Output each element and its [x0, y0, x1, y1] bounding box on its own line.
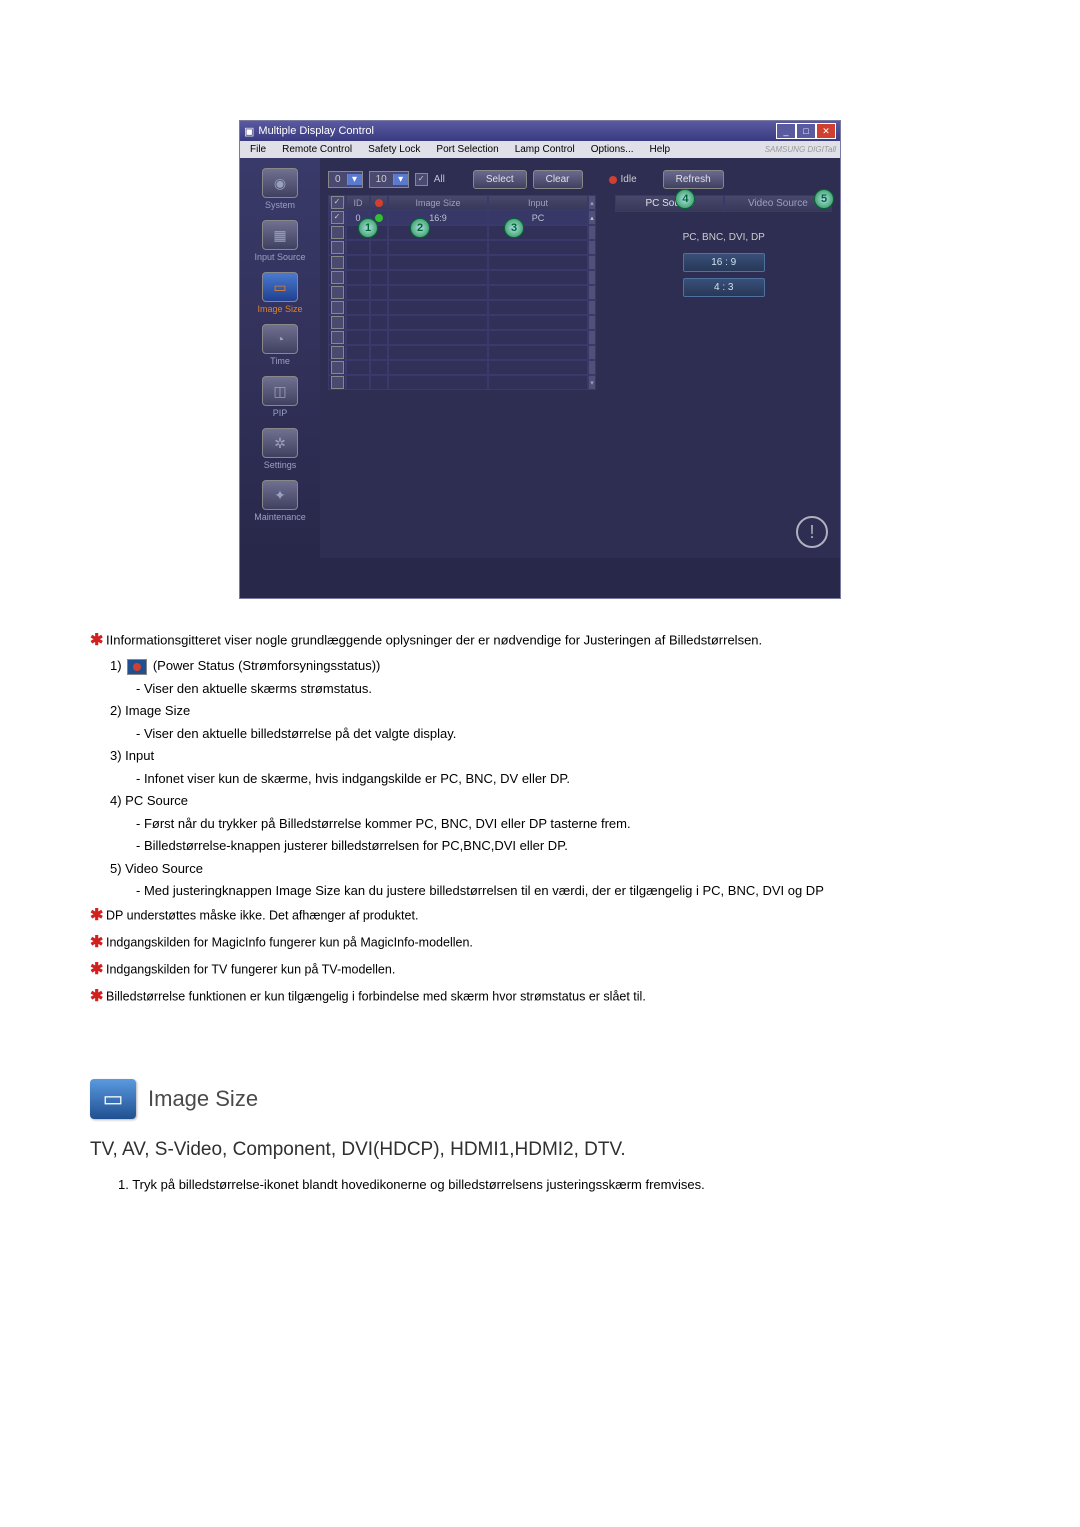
info-grid: ID Image Size Input ▴ 0 16:9 [328, 195, 609, 546]
refresh-button[interactable]: Refresh [663, 170, 724, 189]
table-row [328, 270, 609, 285]
sidebar-item-label: Time [270, 356, 290, 366]
callout-3: 3 [504, 218, 524, 238]
minimize-button[interactable]: _ [776, 123, 796, 139]
table-row [328, 315, 609, 330]
app-title: Multiple Display Control [258, 125, 374, 137]
table-row [328, 360, 609, 375]
sidebar-item-time[interactable]: ◔Time [250, 324, 310, 366]
maximize-button[interactable]: □ [796, 123, 816, 139]
item-2a: - Viser den aktuelle billedstørrelse på … [90, 724, 990, 744]
all-label: All [434, 174, 445, 185]
menu-options[interactable]: Options... [585, 143, 640, 156]
item-3a: - Infonet viser kun de skærme, hvis indg… [90, 769, 990, 789]
dropdown-1[interactable]: 0▾ [328, 171, 363, 188]
imagesize-icon: ▭ [90, 1079, 136, 1119]
sidebar-item-settings[interactable]: ✲Settings [250, 428, 310, 470]
callout-5: 5 [814, 189, 834, 209]
note-1: ✱DP understøttes måske ikke. Det afhænge… [90, 904, 990, 928]
item-5: 5) Video Source [90, 859, 990, 879]
sidebar-item-system[interactable]: ◉System [250, 168, 310, 210]
sidebar-item-label: Input Source [254, 252, 305, 262]
clear-button[interactable]: Clear [533, 170, 583, 189]
note-4: ✱Billedstørrelse funktionen er kun tilgæ… [90, 985, 990, 1009]
note-2: ✱Indgangskilden for MagicInfo fungerer k… [90, 931, 990, 955]
item-4: 4) PC Source [90, 791, 990, 811]
callout-1: 1 [358, 218, 378, 238]
sidebar-item-label: Maintenance [254, 512, 306, 522]
alert-icon: ! [796, 516, 828, 548]
col-id: ID [346, 195, 370, 210]
close-button[interactable]: ✕ [816, 123, 836, 139]
idle-indicator: Idle [609, 174, 637, 185]
all-checkbox[interactable] [415, 173, 428, 186]
col-power [370, 195, 388, 210]
sidebar-item-label: Settings [264, 460, 297, 470]
item-5a: - Med justeringknappen Image Size kan du… [90, 881, 990, 901]
table-row [328, 345, 609, 360]
power-icon [127, 659, 147, 675]
col-check[interactable] [328, 195, 346, 210]
menu-file[interactable]: File [244, 143, 272, 156]
table-row: ▾ [328, 375, 609, 390]
menu-remote[interactable]: Remote Control [276, 143, 358, 156]
subheading: TV, AV, S-Video, Component, DVI(HDCP), H… [90, 1139, 990, 1161]
callout-2: 2 [410, 218, 430, 238]
item-3: 3) Input [90, 746, 990, 766]
menubar: File Remote Control Safety Lock Port Sel… [240, 141, 840, 158]
scrollbar[interactable]: ▴ [588, 195, 596, 210]
tab-pc-source[interactable]: PC Source [615, 195, 723, 212]
sidebar-item-label: Image Size [257, 304, 302, 314]
table-row [328, 240, 609, 255]
app-icon: ▣ [244, 125, 254, 138]
item-1a: - Viser den aktuelle skærms strømstatus. [90, 679, 990, 699]
section-title: PC, BNC, DVI, DP [683, 232, 765, 243]
dropdown-2[interactable]: 10▾ [369, 171, 409, 188]
item-4a: - Først når du trykker på Billedstørrels… [90, 814, 990, 834]
ratio-4-3-button[interactable]: 4 : 3 [683, 278, 765, 297]
sidebar-item-label: PIP [273, 408, 288, 418]
item-1: 1) (Power Status (Strømforsyningsstatus)… [90, 656, 990, 676]
table-row [328, 300, 609, 315]
intro-text: ✱IInformationsgitteret viser nogle grund… [90, 629, 990, 653]
brand-label: SAMSUNG DIGITall [765, 145, 836, 154]
item-4b: - Billedstørrelse-knappen justerer bille… [90, 836, 990, 856]
note-3: ✱Indgangskilden for TV fungerer kun på T… [90, 958, 990, 982]
section-heading: Image Size [148, 1086, 258, 1112]
ratio-16-9-button[interactable]: 16 : 9 [683, 253, 765, 272]
sidebar-item-maintenance[interactable]: ✦Maintenance [250, 480, 310, 522]
select-button[interactable]: Select [473, 170, 527, 189]
sidebar-item-label: System [265, 200, 295, 210]
sidebar-item-input[interactable]: ▦Input Source [250, 220, 310, 262]
menu-safety[interactable]: Safety Lock [362, 143, 426, 156]
step-1: 1. Tryk på billedstørrelse-ikonet blandt… [90, 1175, 990, 1195]
table-row [328, 330, 609, 345]
table-row [328, 255, 609, 270]
sidebar-item-imagesize[interactable]: ▭Image Size [250, 272, 310, 314]
titlebar: ▣ Multiple Display Control _ □ ✕ [240, 121, 840, 141]
sidebar-item-pip[interactable]: ◫PIP [250, 376, 310, 418]
menu-port[interactable]: Port Selection [430, 143, 504, 156]
sidebar: ◉System ▦Input Source ▭Image Size ◔Time … [240, 158, 320, 558]
item-2: 2) Image Size [90, 701, 990, 721]
menu-lamp[interactable]: Lamp Control [509, 143, 581, 156]
source-panel: PC Source Video Source 4 5 PC, BNC, DVI,… [615, 195, 832, 546]
menu-help[interactable]: Help [644, 143, 677, 156]
col-input: Input [488, 195, 588, 210]
app-window: ▣ Multiple Display Control _ □ ✕ File Re… [239, 120, 841, 599]
col-imagesize: Image Size [388, 195, 488, 210]
table-row [328, 285, 609, 300]
